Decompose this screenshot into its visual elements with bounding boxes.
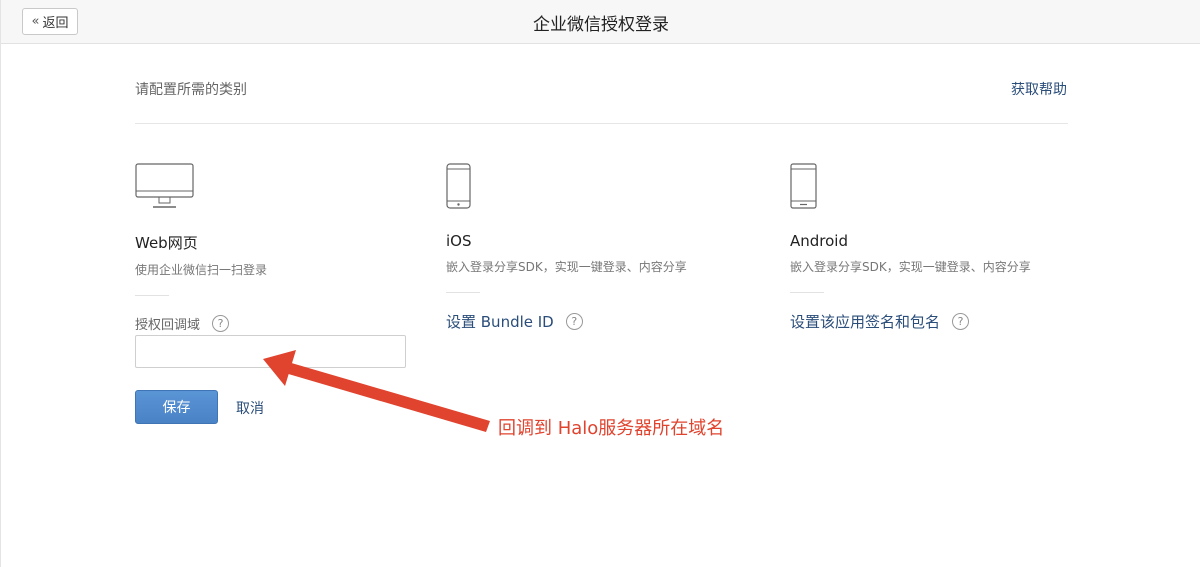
set-signature-package-link[interactable]: 设置该应用签名和包名: [790, 311, 940, 332]
callback-domain-label: 授权回调域: [135, 318, 201, 333]
help-question-icon[interactable]: ?: [212, 315, 230, 332]
page-title: 企业微信授权登录: [533, 15, 669, 35]
save-button[interactable]: 保存: [135, 390, 218, 424]
divider: [135, 123, 1068, 124]
platform-web-description: 使用企业微信扫一扫登录: [135, 263, 268, 277]
short-divider: [446, 292, 480, 293]
page: « 返回 企业微信授权登录 请配置所需的类别 获取帮助 Web网页 使用企业微信…: [0, 0, 1200, 567]
platform-ios-description: 嵌入登录分享SDK，实现一键登录、内容分享: [446, 260, 687, 274]
callback-domain-input[interactable]: [135, 335, 406, 368]
platform-android-title: Android: [790, 232, 848, 250]
platform-android-description: 嵌入登录分享SDK，实现一键登录、内容分享: [790, 260, 1031, 274]
platform-web: Web网页 使用企业微信扫一扫登录 授权回调域 ?: [135, 162, 425, 333]
signature-package-row: 设置该应用签名和包名 ?: [790, 311, 1080, 332]
help-question-icon[interactable]: ?: [565, 313, 583, 330]
help-link[interactable]: 获取帮助: [1011, 79, 1067, 99]
platform-android: Android 嵌入登录分享SDK，实现一键登录、内容分享 设置该应用签名和包名…: [790, 162, 1080, 332]
platform-web-title: Web网页: [135, 234, 198, 252]
bundle-id-row: 设置 Bundle ID ?: [446, 311, 736, 332]
smartphone-icon: [790, 163, 817, 209]
help-question-icon[interactable]: ?: [952, 313, 970, 330]
desktop-monitor-icon: [135, 163, 194, 208]
platform-ios-title: iOS: [446, 232, 472, 250]
short-divider: [135, 295, 169, 296]
callback-domain-row: 授权回调域 ?: [135, 314, 425, 333]
platform-ios: iOS 嵌入登录分享SDK，实现一键登录、内容分享 设置 Bundle ID ?: [446, 162, 736, 332]
top-bar: « 返回 企业微信授权登录: [1, 0, 1200, 44]
set-bundle-id-link[interactable]: 设置 Bundle ID: [446, 311, 554, 332]
short-divider: [790, 292, 824, 293]
section-heading: 请配置所需的类别: [135, 82, 247, 98]
annotation-text: 回调到 Halo服务器所在域名: [498, 418, 725, 439]
smartphone-icon: [446, 163, 471, 209]
cancel-button[interactable]: 取消: [236, 398, 264, 418]
